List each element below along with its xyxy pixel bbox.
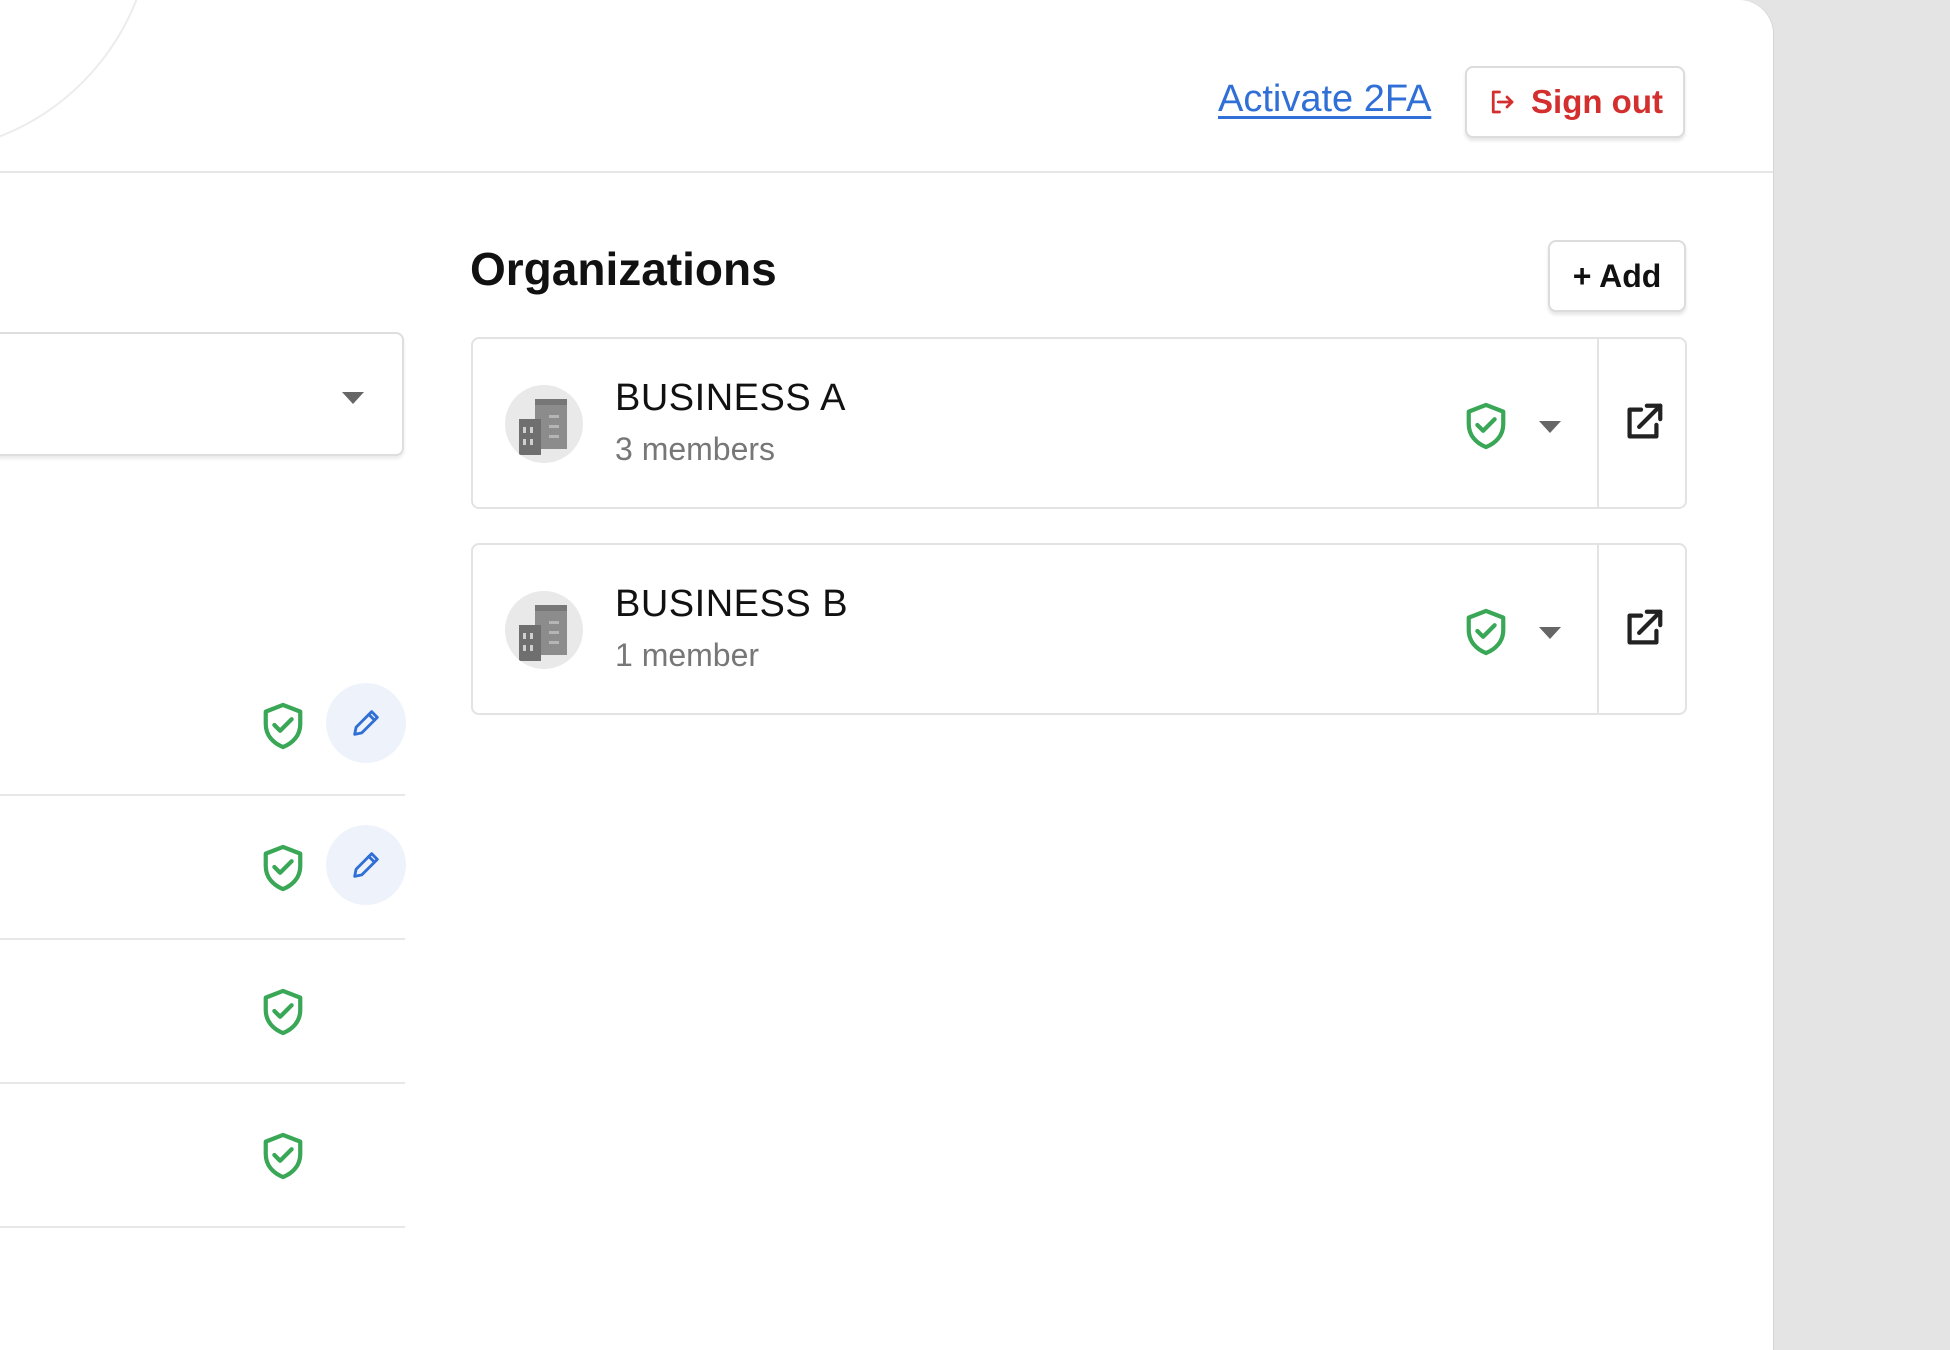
chevron-down-icon[interactable] [1539, 421, 1561, 433]
sign-out-icon [1491, 90, 1514, 114]
building-icon [505, 591, 583, 669]
open-organization-button[interactable] [1599, 339, 1687, 507]
decorative-arc [0, 0, 154, 154]
shield-check-icon [263, 1132, 303, 1180]
add-organization-button[interactable]: + Add [1548, 240, 1686, 312]
external-link-icon [1627, 609, 1663, 645]
list-item [0, 940, 405, 1084]
activate-2fa-link[interactable]: Activate 2FA [1218, 78, 1431, 121]
edit-button[interactable] [326, 683, 406, 763]
organization-card[interactable]: BUSINESS A 3 members [471, 337, 1687, 509]
header-divider [0, 171, 1773, 173]
list-item [0, 796, 406, 940]
organization-card[interactable]: BUSINESS B 1 member [471, 543, 1687, 715]
sign-out-button[interactable]: Sign out [1465, 66, 1685, 138]
open-organization-button[interactable] [1599, 545, 1687, 713]
organizations-title: Organizations [470, 243, 777, 295]
sign-out-label: Sign out [1531, 83, 1663, 120]
list-item [0, 1084, 405, 1228]
organization-member-count: 3 members [615, 431, 776, 467]
left-dropdown[interactable] [0, 332, 404, 456]
list-item [0, 652, 406, 796]
external-link-icon [1627, 403, 1663, 439]
edit-button[interactable] [326, 825, 406, 905]
pencil-icon [353, 710, 379, 736]
shield-check-icon [1466, 608, 1506, 656]
shield-check-icon [263, 988, 303, 1036]
organization-name: BUSINESS B [615, 583, 849, 625]
main-panel: Activate 2FA Sign out Organizations + Ad… [0, 0, 1773, 1350]
pencil-icon [353, 852, 379, 878]
shield-check-icon [1466, 402, 1506, 450]
shield-check-icon [263, 702, 303, 750]
organization-member-count: 1 member [615, 637, 760, 673]
chevron-down-icon [342, 392, 364, 404]
shield-check-icon [263, 844, 303, 892]
chevron-down-icon[interactable] [1539, 627, 1561, 639]
building-icon [505, 385, 583, 463]
organization-name: BUSINESS A [615, 377, 846, 419]
